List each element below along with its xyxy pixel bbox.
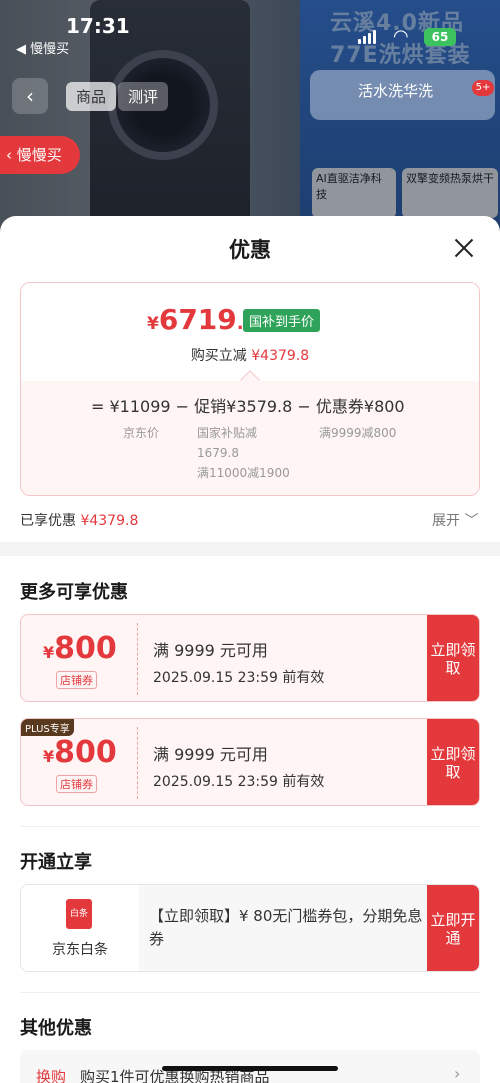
discount-sheet: 优惠 ¥6719.2 国补到手价 购买立减 ¥4379.8 = ¥11099 −… <box>0 216 500 1083</box>
signal-icon <box>358 30 378 44</box>
tab-product[interactable]: 商品 <box>66 82 117 111</box>
back-icon[interactable]: ‹ <box>12 78 48 114</box>
close-icon[interactable] <box>452 236 476 260</box>
slow-buy-button[interactable]: ‹ 慢慢买 <box>0 136 80 174</box>
baitiao-name: 京东白条 <box>52 942 108 958</box>
price-formula: = ¥11099 − 促销¥3579.8 − 优惠券¥800 <box>91 397 405 416</box>
coupon-validity: 2025.09.15 23:59 前有效 <box>153 774 325 790</box>
product-tabs: 商品 测评 <box>66 82 169 111</box>
status-time: 17:31 <box>66 14 130 38</box>
back-to-app-link[interactable]: ◀ 慢慢买 <box>16 38 69 57</box>
price-summary-card: ¥6719.2 国补到手价 购买立减 ¥4379.8 = ¥11099 − 促销… <box>20 282 480 496</box>
reduce-line: 购买立减 ¥4379.8 <box>190 348 310 364</box>
coupon-amount: ¥800 <box>43 631 117 666</box>
expand-button[interactable]: 展开 ﹀ <box>432 510 478 530</box>
enjoyed-discount: 已享优惠 ¥4379.8 <box>20 513 139 529</box>
header-actions[interactable]: 活水洗华洗 <box>310 70 495 120</box>
wifi-icon: ◠ <box>393 26 409 47</box>
coupon-amount: ¥800 <box>43 735 117 770</box>
coupon-type-badge: 店铺券 <box>56 671 97 689</box>
notification-badge: 5+ <box>472 80 494 96</box>
sheet-title: 优惠 <box>229 238 271 262</box>
coupon-card: ¥800 店铺券 满 9999 元可用 2025.09.15 23:59 前有效… <box>20 614 480 702</box>
coupon-condition: 满 9999 元可用 <box>153 745 268 764</box>
baitiao-card: 白条 京东白条 【立即领取】¥ 80无门槛券包，分期免息券 立即开通 <box>20 884 480 972</box>
coupon-validity: 2025.09.15 23:59 前有效 <box>153 670 325 686</box>
coupon-condition: 满 9999 元可用 <box>153 641 268 660</box>
open-baitiao-button[interactable]: 立即开通 <box>427 885 479 971</box>
status-bar: 17:31 ◀ 慢慢买 ◠ 65 <box>0 0 500 60</box>
open-benefits-title: 开通立享 <box>20 852 92 873</box>
coupon-card-plus: PLUS专享 ¥800 店铺券 满 9999 元可用 2025.09.15 23… <box>20 718 480 806</box>
jd-price-label: 京东价 <box>123 426 160 440</box>
coupon-type-badge: 店铺券 <box>56 775 97 793</box>
battery-icon: 65 <box>424 28 456 46</box>
claim-coupon-button[interactable]: 立即领取 <box>427 615 479 701</box>
baitiao-icon: 白条 <box>66 899 92 929</box>
claim-coupon-button[interactable]: 立即领取 <box>427 719 479 805</box>
subsidy-price-tag: 国补到手价 <box>243 309 321 332</box>
more-offers-title: 更多可享优惠 <box>20 582 128 603</box>
promo-details: 国家补贴减 1679.8 满11000减1900 <box>197 426 290 480</box>
coupon-detail: 满9999减800 <box>319 426 397 440</box>
tab-review[interactable]: 测评 <box>118 82 169 111</box>
baitiao-offer-text: 【立即领取】¥ 80无门槛券包，分期免息券 <box>149 907 423 948</box>
final-price: ¥6719.2 <box>147 303 256 336</box>
trade-in-tag: 换购 <box>36 1068 67 1083</box>
home-indicator[interactable] <box>162 1066 338 1071</box>
chevron-right-icon: › <box>454 1064 461 1083</box>
slow-buy-label: 慢慢买 <box>16 146 62 164</box>
other-offers-title: 其他优惠 <box>20 1018 92 1039</box>
